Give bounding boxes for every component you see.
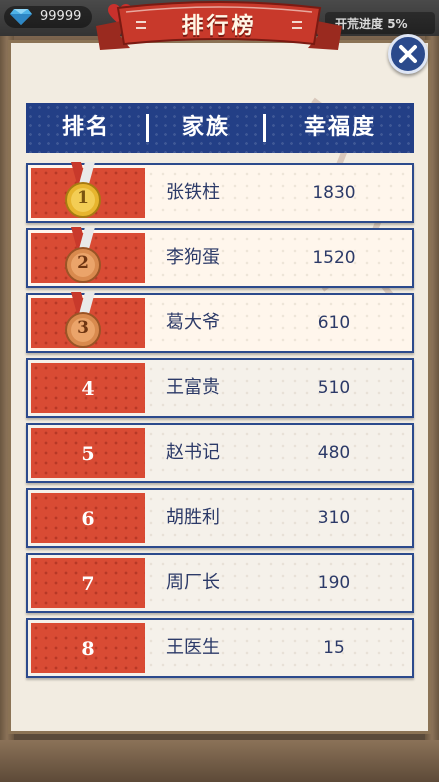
rank-cell: 2 — [31, 227, 145, 283]
rank-number: 7 — [81, 573, 95, 595]
rank-number: 3 — [77, 318, 89, 338]
family-name: 王富贵 — [166, 377, 220, 398]
rank-number: 2 — [77, 253, 89, 273]
table-row[interactable]: 1 张铁柱 1830 — [26, 162, 414, 223]
gem-count: 99999 — [40, 9, 82, 24]
page-title: 排行榜 — [181, 14, 257, 39]
family-name: 张铁柱 — [166, 182, 220, 203]
progress-label: 开荒进度 — [335, 17, 384, 31]
family-name: 赵书记 — [166, 442, 220, 463]
rank-cell: 7 — [31, 558, 145, 608]
happiness-score: 510 — [317, 378, 351, 398]
happiness-score: 1520 — [312, 248, 356, 268]
column-header-family: 家族 — [181, 115, 230, 140]
rank-cell: 3 — [31, 292, 145, 348]
happiness-score: 1830 — [312, 183, 356, 203]
family-name: 葛大爷 — [166, 312, 220, 333]
rank-cell: 6 — [31, 493, 145, 543]
diamond-icon — [10, 9, 32, 25]
rank-number: 4 — [81, 378, 95, 400]
happiness-score: 15 — [323, 638, 345, 658]
table-row[interactable]: 7 周厂长 190 — [26, 553, 414, 613]
rank-number: 6 — [81, 508, 95, 530]
rank-cell: 4 — [31, 363, 145, 413]
table-row[interactable]: 5 赵书记 480 — [26, 423, 414, 483]
rank-number: 1 — [77, 188, 89, 208]
gem-counter[interactable]: 99999 — [4, 6, 92, 28]
progress-value: 5% — [387, 17, 408, 31]
family-name: 胡胜利 — [166, 507, 220, 528]
happiness-score: 480 — [317, 443, 351, 463]
table-row[interactable]: 4 王富贵 510 — [26, 358, 414, 418]
happiness-score: 190 — [317, 573, 351, 593]
column-header-rank: 排名 — [61, 115, 110, 140]
table-row[interactable]: 2 李狗蛋 1520 — [26, 227, 414, 288]
frame-bottom-plank — [0, 740, 439, 782]
table-row[interactable]: 3 葛大爷 610 — [26, 292, 414, 353]
rank-cell: 5 — [31, 428, 145, 478]
close-icon — [399, 45, 417, 63]
happiness-score: 610 — [317, 313, 351, 333]
rank-number: 8 — [81, 638, 95, 660]
close-button[interactable] — [388, 34, 428, 74]
column-header-happiness: 幸福度 — [303, 115, 376, 140]
table-row[interactable]: 6 胡胜利 310 — [26, 488, 414, 548]
family-name: 周厂长 — [166, 572, 220, 593]
rank-number: 5 — [81, 443, 95, 465]
happiness-score: 310 — [317, 508, 351, 528]
rank-cell: 1 — [31, 162, 145, 218]
table-row[interactable]: 8 王医生 15 — [26, 618, 414, 678]
family-name: 李狗蛋 — [166, 247, 220, 268]
table-header: 排名 家族 幸福度 — [26, 103, 414, 153]
family-name: 王医生 — [166, 637, 220, 658]
rank-cell: 8 — [31, 623, 145, 673]
